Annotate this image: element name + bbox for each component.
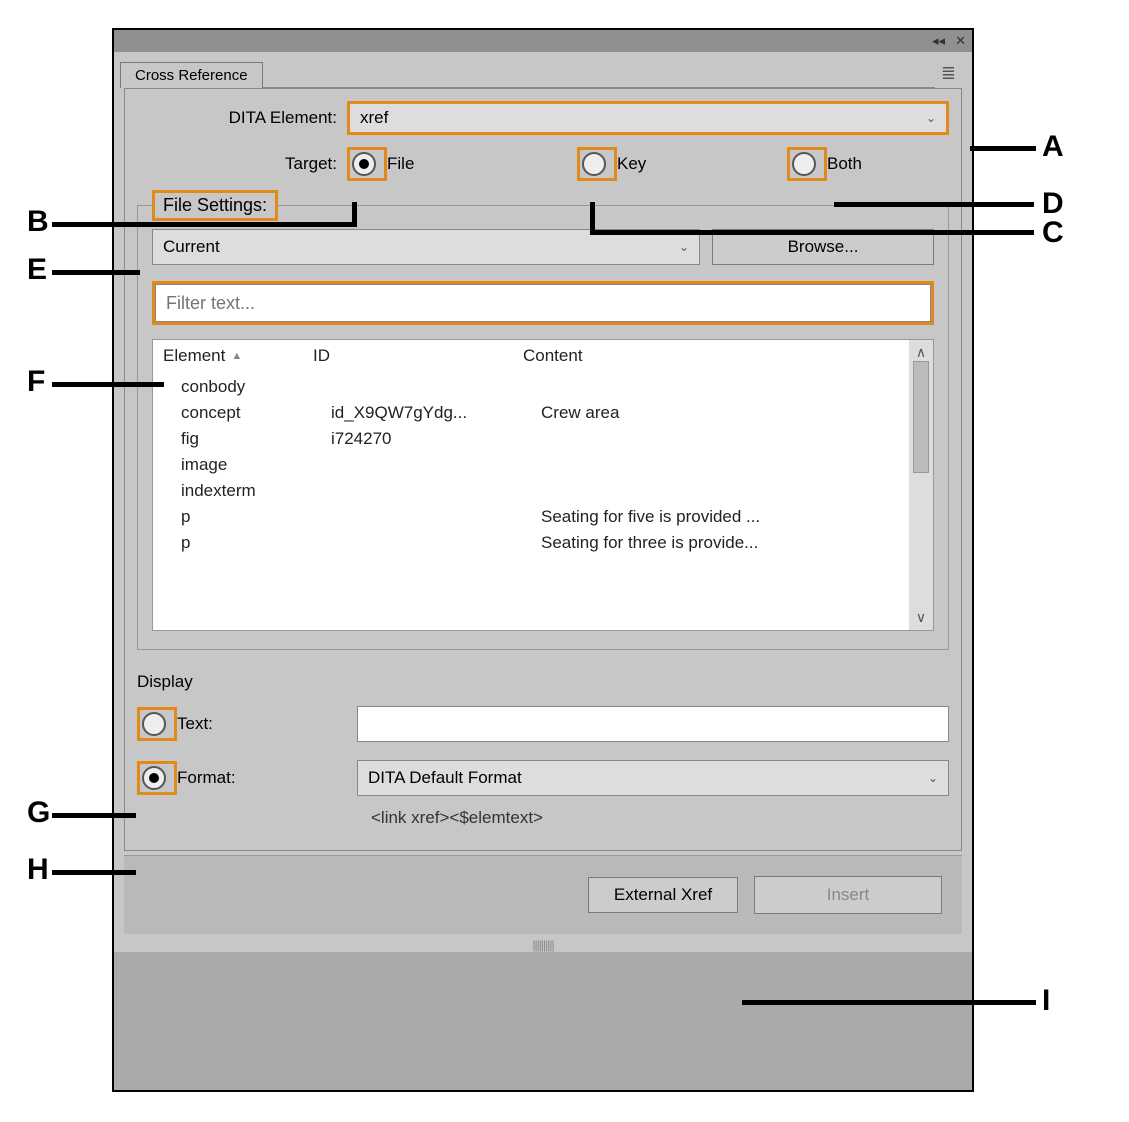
cell-id — [331, 481, 541, 501]
cell-content: Crew area — [541, 403, 899, 423]
callout-A: A — [1042, 130, 1064, 164]
cell-element: conbody — [163, 377, 331, 397]
callout-line — [742, 1000, 1036, 1005]
scroll-thumb[interactable] — [913, 361, 929, 473]
callout-line — [352, 202, 357, 227]
display-text-input[interactable] — [357, 706, 949, 742]
scroll-down-icon[interactable]: ∨ — [916, 609, 926, 626]
cell-content: Seating for three is provide... — [541, 533, 899, 553]
callout-line — [52, 813, 136, 818]
resize-gripper[interactable]: |||||||||| — [120, 938, 966, 952]
sort-asc-icon: ▲ — [231, 350, 242, 362]
close-icon[interactable]: ✕ — [955, 33, 966, 49]
tab-cross-reference[interactable]: Cross Reference — [120, 62, 263, 88]
cell-element: concept — [163, 403, 331, 423]
cell-element: fig — [163, 429, 331, 449]
table-row[interactable]: conbody — [163, 374, 899, 400]
elements-table: Element ▲ ID Content conbody conceptid_X9… — [152, 339, 934, 631]
display-text-radio[interactable] — [142, 712, 166, 736]
column-element-header[interactable]: Element ▲ — [163, 346, 313, 366]
callout-F: F — [27, 365, 45, 399]
cell-element: p — [163, 533, 331, 553]
display-format-value: DITA Default Format — [368, 768, 522, 788]
callout-line — [52, 270, 140, 275]
collapse-icon[interactable]: ◂◂ — [932, 33, 945, 49]
panel-menu-icon[interactable]: ≣ — [935, 63, 962, 84]
file-settings-label: File Settings: — [155, 193, 275, 218]
callout-G: G — [27, 796, 50, 830]
dita-element-select[interactable]: xref ⌄ — [347, 101, 949, 135]
display-text-label: Text: — [177, 714, 213, 734]
table-row[interactable]: p Seating for three is provide... — [163, 530, 899, 556]
target-key-label: Key — [617, 154, 646, 174]
target-both-radio[interactable] — [792, 152, 816, 176]
table-row[interactable]: p Seating for five is provided ... — [163, 504, 899, 530]
callout-line — [970, 146, 1036, 151]
dita-element-label: DITA Element: — [137, 108, 347, 128]
target-both-label: Both — [827, 154, 862, 174]
cell-id — [331, 533, 541, 553]
display-format-label: Format: — [177, 768, 236, 788]
cell-id — [331, 507, 541, 527]
chevron-down-icon: ⌄ — [926, 111, 936, 125]
file-settings-group: File Settings: Current ⌄ Browse... — [137, 205, 949, 650]
column-id-header[interactable]: ID — [313, 346, 523, 366]
callout-C: C — [1042, 216, 1064, 250]
cell-content — [541, 481, 899, 501]
table-row[interactable]: figi724270 — [163, 426, 899, 452]
column-content-header[interactable]: Content — [523, 346, 899, 366]
cell-content — [541, 377, 899, 397]
chevron-down-icon: ⌄ — [928, 771, 938, 785]
callout-line — [52, 222, 352, 227]
dialog-titlebar: ◂◂ ✕ — [114, 30, 972, 52]
cell-element: p — [163, 507, 331, 527]
target-key-radio[interactable] — [582, 152, 606, 176]
cell-id: id_X9QW7gYdg... — [331, 403, 541, 423]
display-section: Display Text: Format: — [137, 672, 949, 828]
target-file-radio[interactable] — [352, 152, 376, 176]
callout-I: I — [1042, 984, 1050, 1018]
callout-line — [52, 382, 164, 387]
cross-reference-dialog: ◂◂ ✕ Cross Reference ≣ DITA Element: xre… — [112, 28, 974, 1092]
cell-content — [541, 455, 899, 475]
scroll-up-icon[interactable]: ∧ — [916, 344, 926, 361]
callout-E: E — [27, 253, 47, 287]
cell-element: image — [163, 455, 331, 475]
display-label: Display — [137, 672, 949, 692]
callout-B: B — [27, 205, 49, 239]
table-row[interactable]: conceptid_X9QW7gYdg...Crew area — [163, 400, 899, 426]
display-format-radio[interactable] — [142, 766, 166, 790]
filter-text-input[interactable] — [155, 284, 931, 322]
callout-line — [52, 870, 136, 875]
insert-button[interactable]: Insert — [754, 876, 942, 914]
cell-id — [331, 455, 541, 475]
cell-id — [331, 377, 541, 397]
dita-element-value: xref — [360, 108, 388, 128]
external-xref-button[interactable]: External Xref — [588, 877, 738, 913]
bottom-bar: External Xref Insert — [124, 855, 962, 934]
table-scrollbar[interactable]: ∧ ∨ — [909, 340, 933, 630]
table-row[interactable]: indexterm — [163, 478, 899, 504]
callout-line — [834, 202, 1034, 207]
target-label: Target: — [137, 154, 347, 174]
cell-id: i724270 — [331, 429, 541, 449]
cell-content — [541, 429, 899, 449]
callout-H: H — [27, 853, 49, 887]
table-row[interactable]: image — [163, 452, 899, 478]
file-select-value: Current — [163, 237, 220, 257]
callout-line — [590, 230, 1034, 235]
display-format-select[interactable]: DITA Default Format ⌄ — [357, 760, 949, 796]
cell-content: Seating for five is provided ... — [541, 507, 899, 527]
target-file-label: File — [387, 154, 414, 174]
chevron-down-icon: ⌄ — [679, 240, 689, 254]
format-example-text: <link xref><$elemtext> — [371, 808, 949, 828]
cell-element: indexterm — [163, 481, 331, 501]
